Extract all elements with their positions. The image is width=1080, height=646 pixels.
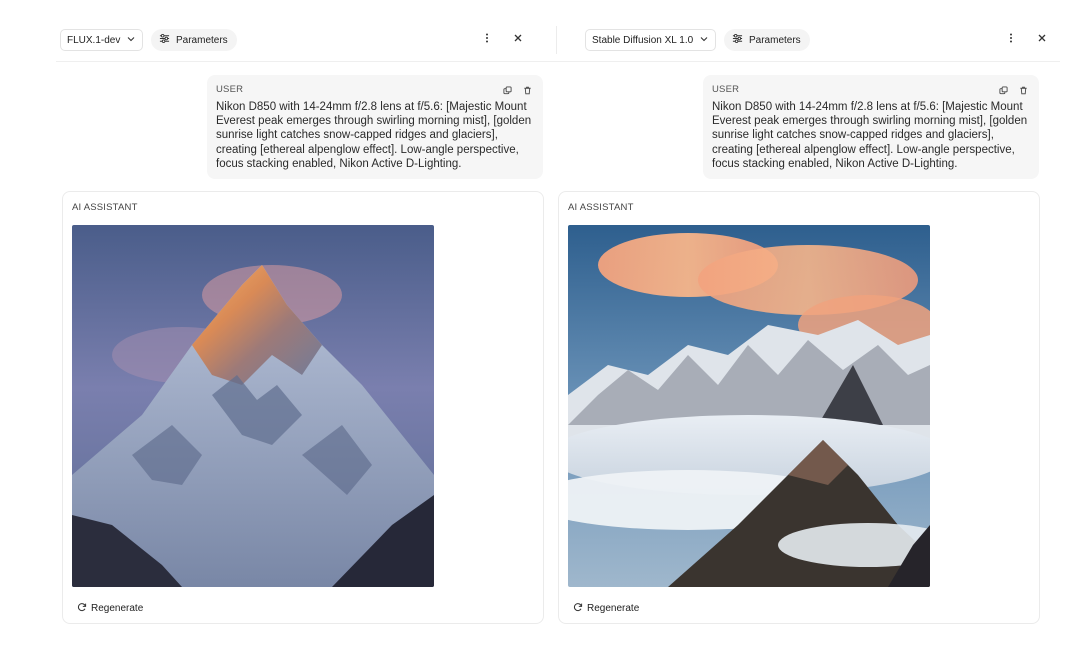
refresh-icon (77, 602, 87, 615)
copy-icon[interactable] (997, 84, 1009, 96)
parameters-label: Parameters (749, 34, 801, 46)
more-options-button-left[interactable] (477, 30, 497, 50)
user-message-text: Nikon D850 with 14-24mm f/2.8 lens at f/… (712, 101, 1028, 170)
regenerate-label: Regenerate (587, 602, 640, 614)
sliders-icon (732, 33, 743, 47)
regenerate-label: Regenerate (91, 602, 144, 614)
close-icon (1036, 31, 1048, 49)
refresh-icon (573, 602, 583, 615)
user-role-label: USER (712, 84, 740, 95)
trash-icon[interactable] (1017, 84, 1029, 96)
trash-icon[interactable] (521, 84, 533, 96)
user-message-text: Nikon D850 with 14-24mm f/2.8 lens at f/… (216, 101, 532, 170)
regenerate-button-left[interactable]: Regenerate (72, 599, 148, 617)
more-options-button-right[interactable] (1001, 30, 1021, 50)
left-comparison-pane: FLUX.1-dev Parameters USER Nikon D850 wi… (0, 0, 556, 646)
model-select-label: Stable Diffusion XL 1.0 (592, 34, 694, 46)
ai-role-label: AI ASSISTANT (568, 202, 634, 213)
user-message-left: USER Nikon D850 with 14-24mm f/2.8 lens … (207, 75, 543, 179)
parameters-label: Parameters (176, 34, 228, 46)
more-vertical-icon (1005, 31, 1017, 49)
generated-image-misty-mountains[interactable] (568, 225, 930, 587)
chevron-down-icon (126, 34, 136, 47)
right-comparison-pane: Stable Diffusion XL 1.0 Parameters USER … (556, 0, 1080, 646)
chevron-down-icon (699, 34, 709, 47)
ai-role-label: AI ASSISTANT (72, 202, 138, 213)
close-pane-button-left[interactable] (508, 30, 528, 50)
sliders-icon (159, 33, 170, 47)
ai-response-card-left: AI ASSISTANT Regenerate (62, 191, 544, 624)
close-pane-button-right[interactable] (1032, 30, 1052, 50)
user-message-right: USER Nikon D850 with 14-24mm f/2.8 lens … (703, 75, 1039, 179)
regenerate-button-right[interactable]: Regenerate (568, 599, 644, 617)
ai-response-card-right: AI ASSISTANT Regenerate (558, 191, 1040, 624)
model-select-left[interactable]: FLUX.1-dev (60, 29, 144, 51)
generated-image-everest-peak[interactable] (72, 225, 434, 587)
user-role-label: USER (216, 84, 244, 95)
model-select-label: FLUX.1-dev (67, 34, 121, 46)
model-select-right[interactable]: Stable Diffusion XL 1.0 (585, 29, 717, 51)
copy-icon[interactable] (501, 84, 513, 96)
parameters-button-right[interactable]: Parameters (724, 29, 810, 51)
parameters-button-left[interactable]: Parameters (151, 29, 237, 51)
more-vertical-icon (481, 31, 493, 49)
close-icon (512, 31, 524, 49)
